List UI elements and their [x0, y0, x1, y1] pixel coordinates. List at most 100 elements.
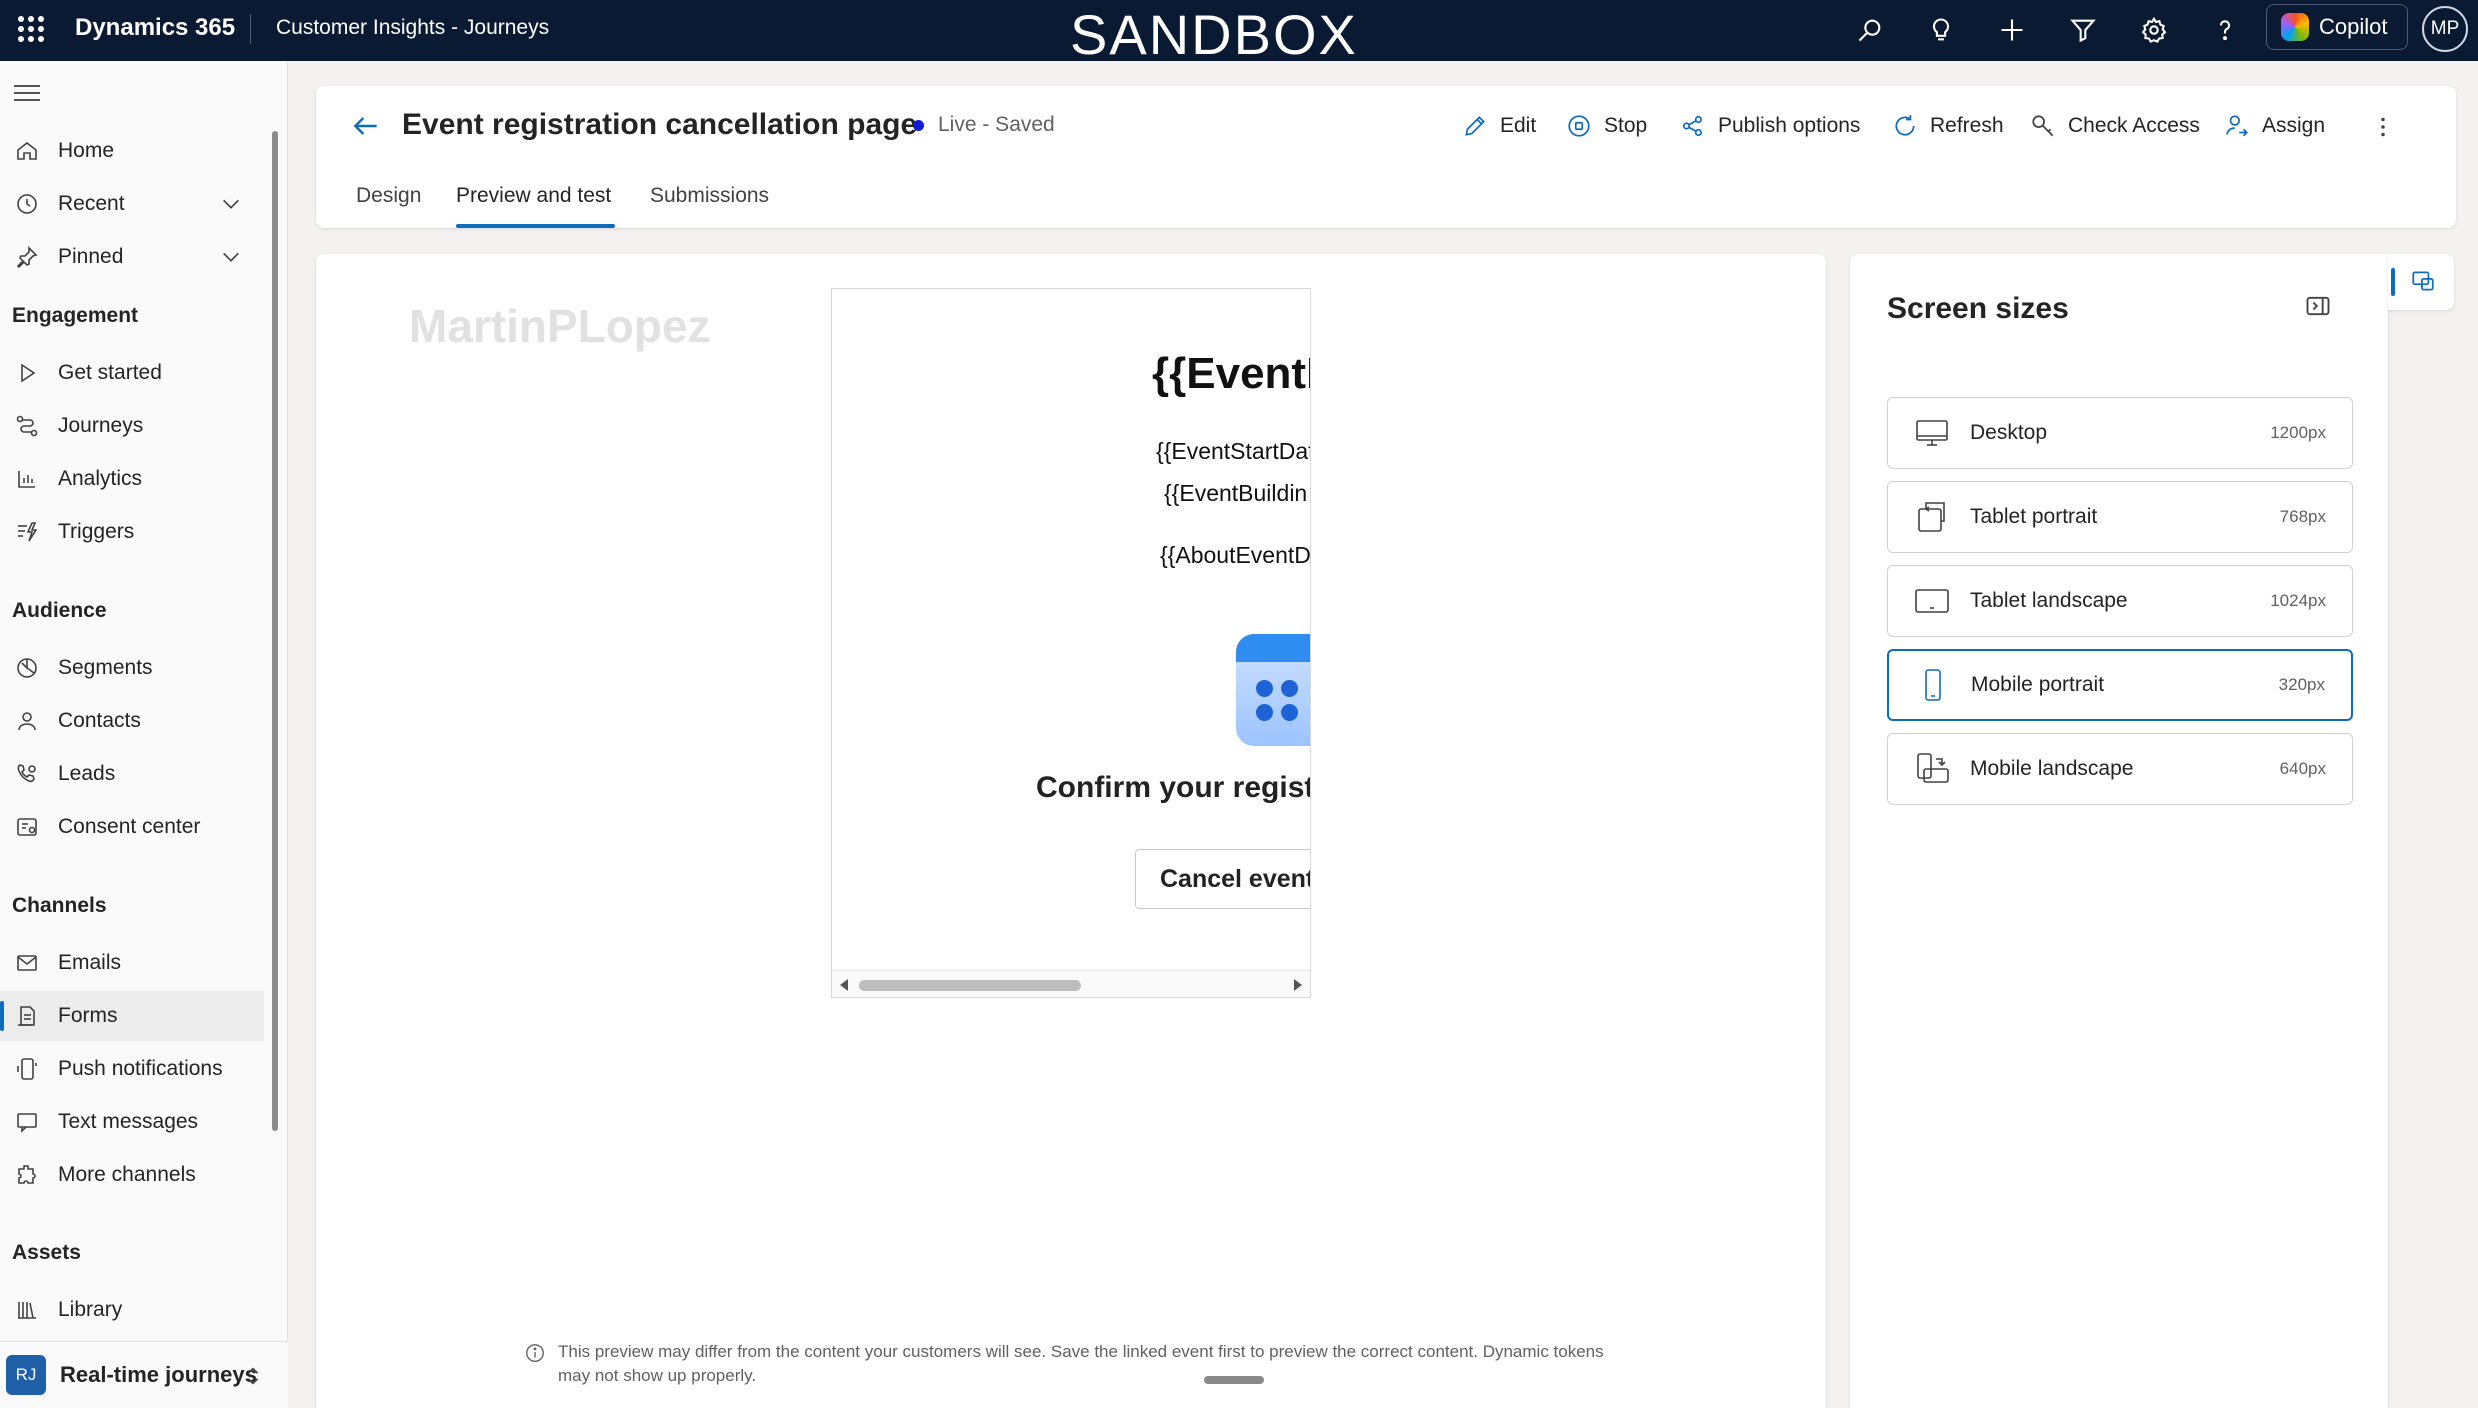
- screen-size-label: Mobile portrait: [1971, 673, 2105, 696]
- sidebar-item-emails[interactable]: Emails: [0, 938, 264, 988]
- sidebar-item-journeys[interactable]: Journeys: [0, 401, 264, 451]
- sidebar-item-library[interactable]: Library: [0, 1285, 264, 1335]
- library-icon: [14, 1297, 40, 1323]
- consent-icon: [14, 814, 40, 840]
- preview-horizontal-scrollbar[interactable]: [832, 970, 1310, 997]
- search-icon[interactable]: [1850, 10, 1890, 50]
- preview-disclaimer: This preview may differ from the content…: [524, 1340, 1624, 1388]
- area-switcher[interactable]: RJ Real-time journeys: [0, 1341, 288, 1408]
- share-icon: [1682, 115, 1702, 137]
- sidebar-item-label: Consent center: [58, 815, 201, 838]
- sidebar-item-home[interactable]: Home: [0, 126, 264, 176]
- pin-icon: [14, 244, 40, 270]
- sidebar-item-contacts[interactable]: Contacts: [0, 696, 264, 746]
- more-options-icon[interactable]: [2368, 112, 2398, 142]
- sidebar-item-push-notifications[interactable]: Push notifications: [0, 1044, 264, 1094]
- user-avatar[interactable]: MP: [2422, 6, 2468, 52]
- home-icon: [14, 138, 40, 164]
- assign-icon: [2226, 115, 2248, 137]
- sidebar-item-leads[interactable]: Leads: [0, 749, 264, 799]
- scroll-left-arrow-icon[interactable]: [840, 979, 848, 991]
- lightbulb-icon[interactable]: [1921, 10, 1961, 50]
- filter-icon[interactable]: [2063, 10, 2103, 50]
- edit-button[interactable]: Edit: [1462, 108, 1536, 144]
- chevron-down-icon[interactable]: [220, 193, 242, 215]
- journey-icon: [14, 413, 40, 439]
- brand-name[interactable]: Dynamics 365: [75, 14, 235, 42]
- sidebar-item-consent-center[interactable]: Consent center: [0, 802, 264, 852]
- gear-icon[interactable]: [2134, 10, 2174, 50]
- mobile-landscape-icon: [1914, 751, 1950, 787]
- person-icon: [14, 708, 40, 734]
- sidebar-item-label: Push notifications: [58, 1057, 223, 1080]
- stop-button[interactable]: Stop: [1566, 108, 1647, 144]
- push-icon: [14, 1056, 40, 1082]
- preview-frame[interactable]: {{EventN {{EventStartDat {{EventBuildin …: [831, 288, 1311, 998]
- nav-group-heading: Assets: [12, 1241, 81, 1264]
- publish-options-button[interactable]: Publish options: [1680, 108, 1860, 144]
- side-rail: [2388, 254, 2454, 310]
- segments-icon: [14, 655, 40, 681]
- status-text: Live - Saved: [938, 113, 1055, 136]
- assign-button[interactable]: Assign: [2224, 108, 2325, 144]
- tab-submissions[interactable]: Submissions: [650, 184, 769, 208]
- stop-label: Stop: [1604, 114, 1648, 137]
- screen-size-tablet-portrait[interactable]: Tablet portrait 768px: [1887, 481, 2353, 553]
- area-avatar: RJ: [6, 1355, 46, 1395]
- sidebar-item-text-messages[interactable]: Text messages: [0, 1097, 264, 1147]
- sidebar-scrollbar[interactable]: [272, 131, 278, 1131]
- sidebar-item-pinned[interactable]: Pinned: [0, 232, 264, 282]
- chevron-down-icon[interactable]: [220, 246, 242, 268]
- plus-icon[interactable]: [1992, 10, 2032, 50]
- tab-design[interactable]: Design: [356, 184, 421, 208]
- check-access-button[interactable]: Check Access: [2030, 108, 2200, 144]
- app-name[interactable]: Customer Insights - Journeys: [276, 16, 549, 40]
- hamburger-menu-icon[interactable]: [14, 85, 40, 106]
- sidebar-item-triggers[interactable]: Triggers: [0, 507, 264, 557]
- resize-grip[interactable]: [1204, 1376, 1264, 1384]
- chevron-up-down-icon: [247, 1367, 259, 1385]
- screen-size-label: Mobile landscape: [1970, 757, 2134, 780]
- collapse-panel-icon[interactable]: [2304, 292, 2332, 320]
- tab-preview-and-test[interactable]: Preview and test: [456, 184, 611, 208]
- sidebar-item-segments[interactable]: Segments: [0, 643, 264, 693]
- puzzle-icon: [14, 1162, 40, 1188]
- tablet-landscape-icon: [1914, 583, 1950, 619]
- assign-label: Assign: [2262, 114, 2326, 137]
- nav-group-heading: Engagement: [12, 304, 139, 327]
- active-tab-indicator: [456, 224, 615, 228]
- area-label: Real-time journeys: [60, 1362, 257, 1387]
- event-start-date-token: {{EventStartDat: [1156, 438, 1311, 464]
- screen-size-width: 320px: [2278, 675, 2325, 694]
- screen-size-width: 640px: [2279, 759, 2326, 778]
- sidebar-item-label: Journeys: [58, 414, 144, 437]
- cancel-event-registration-button[interactable]: Cancel event r: [1135, 849, 1310, 909]
- divider: [250, 14, 251, 44]
- screen-size-width: 1200px: [2270, 423, 2326, 442]
- scroll-right-arrow-icon[interactable]: [1294, 979, 1302, 991]
- back-arrow-icon[interactable]: [350, 110, 382, 142]
- sidebar-item-get-started[interactable]: Get started: [0, 348, 264, 398]
- copilot-button[interactable]: Copilot: [2266, 4, 2408, 50]
- app-launcher-icon[interactable]: [14, 12, 44, 42]
- sidebar-item-label: Emails: [58, 951, 122, 974]
- screen-size-tablet-landscape[interactable]: Tablet landscape 1024px: [1887, 565, 2353, 637]
- screen-sizes-panel: Screen sizes Desktop 1200px Tablet portr…: [1850, 254, 2388, 1408]
- sidebar-item-more-channels[interactable]: More channels: [0, 1150, 264, 1200]
- sidebar-item-analytics[interactable]: Analytics: [0, 454, 264, 504]
- screen-size-desktop[interactable]: Desktop 1200px: [1887, 397, 2353, 469]
- sidebar-item-forms[interactable]: Forms: [0, 991, 264, 1041]
- copilot-logo-icon: [2281, 13, 2309, 41]
- refresh-button[interactable]: Refresh: [1892, 108, 2004, 144]
- sidebar-item-recent[interactable]: Recent: [0, 179, 264, 229]
- screen-size-mobile-landscape[interactable]: Mobile landscape 640px: [1887, 733, 2353, 805]
- event-name-token: {{EventN: [1152, 349, 1310, 398]
- sidebar-item-label: Contacts: [58, 709, 141, 732]
- screen-size-mobile-portrait[interactable]: Mobile portrait 320px: [1887, 649, 2353, 721]
- screen-sizes-toggle-icon[interactable]: [2410, 268, 2436, 294]
- page-title: Event registration cancellation page: [402, 108, 918, 141]
- scrollbar-thumb[interactable]: [859, 980, 1081, 991]
- sidebar-item-label: Pinned: [58, 245, 124, 268]
- edit-label: Edit: [1500, 114, 1537, 137]
- help-icon[interactable]: [2205, 10, 2245, 50]
